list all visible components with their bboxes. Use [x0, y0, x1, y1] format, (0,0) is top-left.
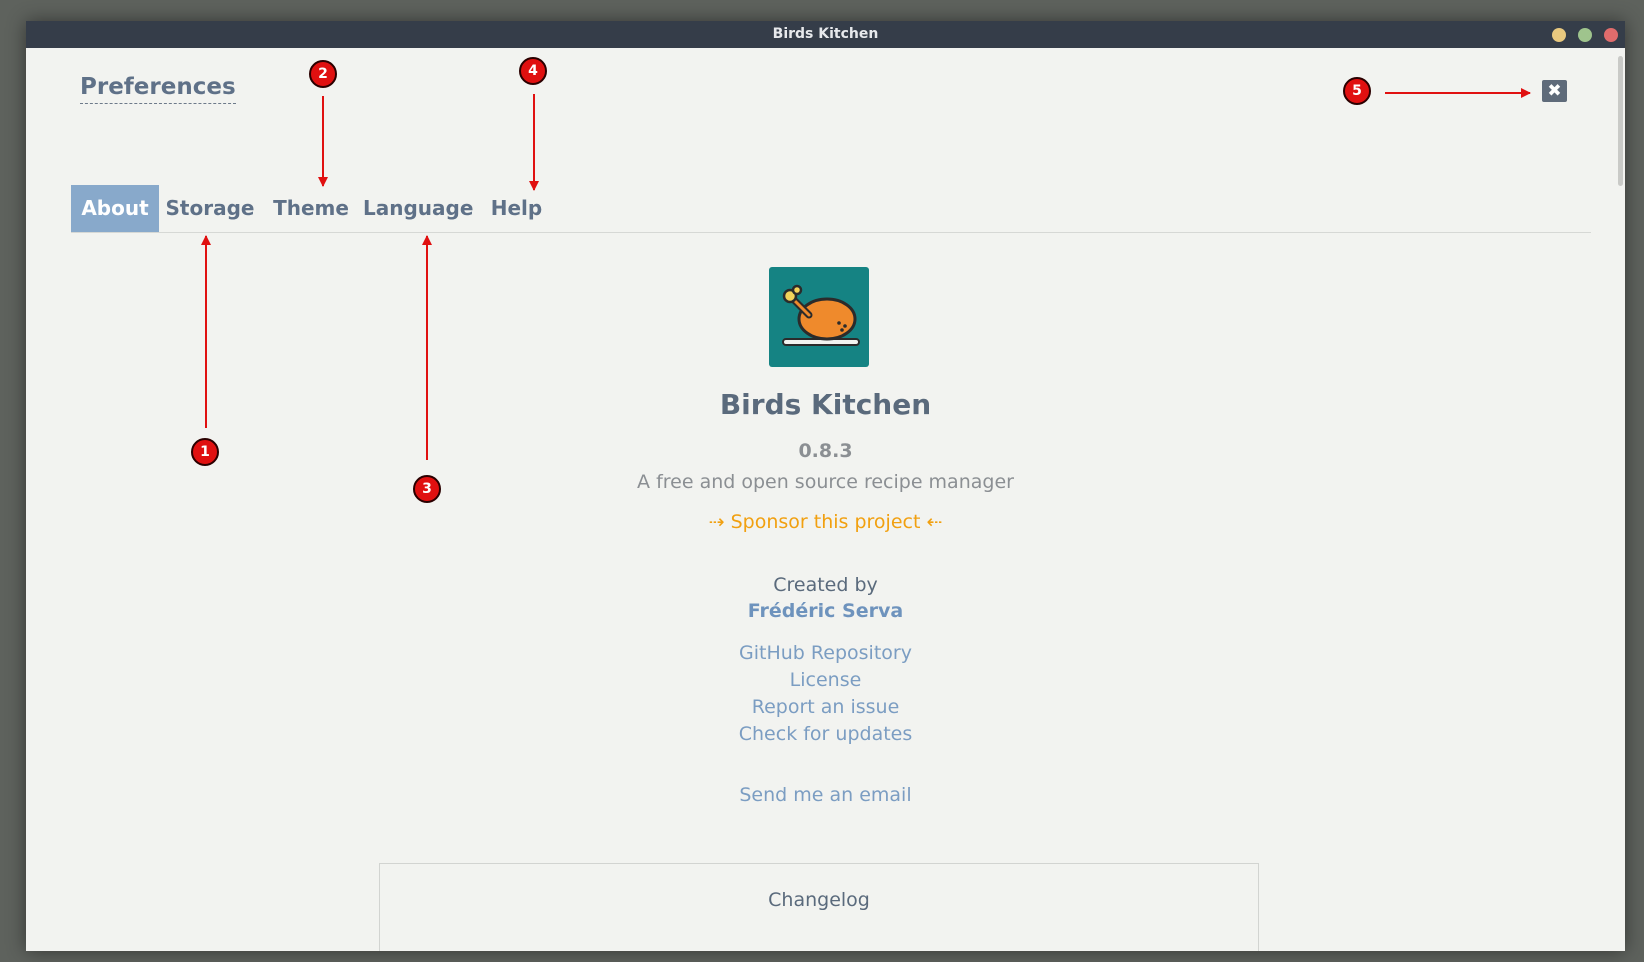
annotation-marker-4: 4	[519, 57, 547, 85]
annotation-marker-1: 1	[191, 438, 219, 466]
annotation-marker-2: 2	[309, 60, 337, 88]
annotation-marker-3: 3	[413, 475, 441, 503]
annotation-arrows	[201, 88, 1531, 460]
annotation-marker-5: 5	[1343, 77, 1371, 105]
